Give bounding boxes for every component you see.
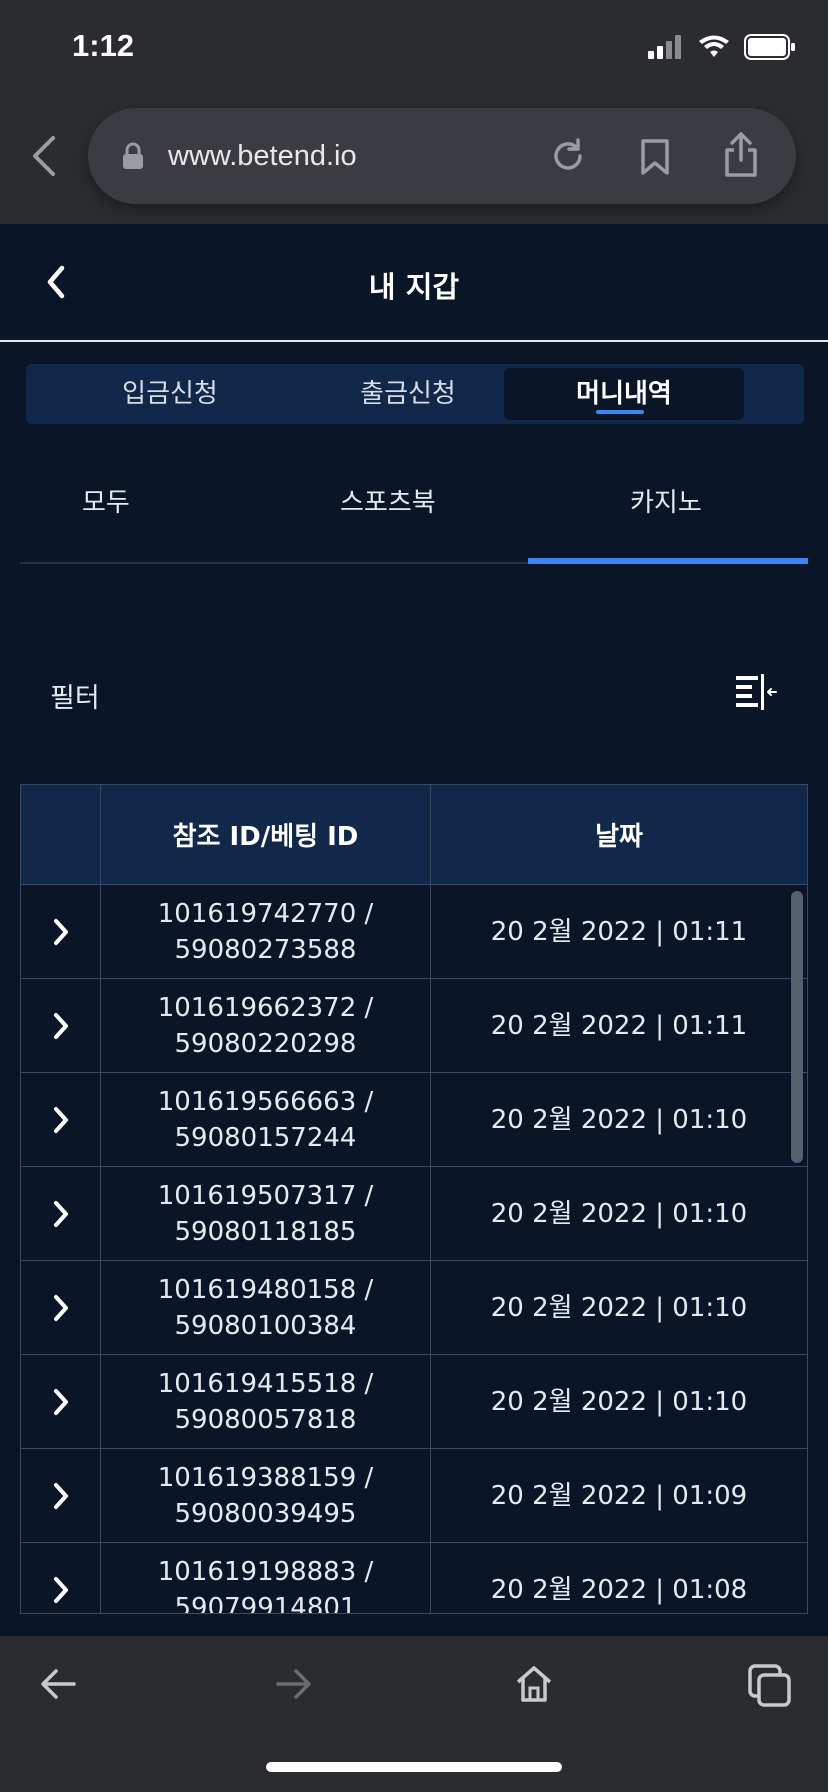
bet-id: 59080220298	[174, 1028, 357, 1059]
table-row[interactable]: 101619662372 / 59080220298 20 2월 2022 | 01…	[21, 979, 807, 1073]
ref-bet-id-cell: 101619566663 / 59080157244	[101, 1073, 431, 1166]
browser-bar: www.betend.io	[0, 100, 828, 224]
home-icon[interactable]	[514, 1664, 554, 1704]
date-cell: 20 2월 2022 | 01:08	[490, 1574, 748, 1605]
bet-id: 59080100384	[174, 1310, 357, 1341]
nav-forward-icon[interactable]	[274, 1664, 314, 1704]
reload-icon[interactable]	[550, 138, 586, 174]
share-icon[interactable]	[724, 132, 758, 178]
table-row[interactable]: 101619566663 / 59080157244 20 2월 2022 | 01…	[21, 1073, 807, 1167]
ref-bet-id-cell: 101619415518 / 59080057818	[101, 1355, 431, 1448]
table-scrollbar[interactable]	[791, 891, 803, 1163]
browser-back-button[interactable]	[24, 128, 64, 184]
date-cell: 20 2월 2022 | 01:11	[490, 916, 748, 947]
ref-id: 101619566663 /	[157, 1086, 374, 1117]
row-expand-button[interactable]	[21, 979, 101, 1072]
url-text: www.betend.io	[168, 140, 357, 172]
ref-bet-id-cell: 101619742770 / 59080273588	[101, 885, 431, 978]
active-subtab-indicator	[528, 558, 808, 564]
chevron-right-icon	[53, 1388, 68, 1415]
status-bar: 1:12	[0, 0, 828, 100]
bet-id: 59080039495	[174, 1498, 357, 1529]
ref-id: 101619507317 /	[157, 1180, 374, 1211]
tab-withdraw-request[interactable]: 출금신청	[288, 368, 528, 420]
chevron-right-icon	[53, 1106, 68, 1133]
date-cell: 20 2월 2022 | 01:10	[490, 1104, 748, 1135]
page-title: 내 지갑	[368, 270, 460, 304]
table-row[interactable]: 101619507317 / 59080118185 20 2월 2022 | 01…	[21, 1167, 807, 1261]
table-row[interactable]: 101619415518 / 59080057818 20 2월 2022 | 01…	[21, 1355, 807, 1449]
status-icons	[648, 34, 796, 60]
subtab-sportsbook[interactable]: 스포츠북	[340, 482, 436, 519]
row-expand-button[interactable]	[21, 885, 101, 978]
bet-id: 59079914801	[174, 1592, 357, 1614]
column-header-expand	[21, 785, 101, 884]
chevron-right-icon	[53, 1294, 68, 1321]
tab-money-history[interactable]: 머니내역	[504, 368, 744, 420]
chevron-left-icon	[33, 136, 55, 176]
cellular-signal-icon	[648, 35, 681, 59]
category-subtabs: 모두 스포츠북 카지노	[20, 440, 808, 564]
date-cell: 20 2월 2022 | 01:10	[490, 1386, 748, 1417]
status-time: 1:12	[72, 28, 135, 63]
ref-bet-id-cell: 101619507317 / 59080118185	[101, 1167, 431, 1260]
table-row[interactable]: 101619742770 / 59080273588 20 2월 2022 | 01…	[21, 885, 807, 979]
tab-deposit-request[interactable]: 입금신청	[50, 368, 290, 420]
date-cell: 20 2월 2022 | 01:10	[490, 1292, 748, 1323]
bet-id: 59080273588	[174, 934, 357, 965]
chevron-right-icon	[53, 1200, 68, 1227]
ref-bet-id-cell: 101619480158 / 59080100384	[101, 1261, 431, 1354]
filter-collapse-icon[interactable]	[734, 672, 778, 712]
chevron-right-icon	[53, 1012, 68, 1039]
date-cell: 20 2월 2022 | 01:11	[490, 1010, 748, 1041]
bet-id: 59080118185	[174, 1216, 357, 1247]
row-expand-button[interactable]	[21, 1073, 101, 1166]
wifi-icon	[699, 35, 729, 57]
ref-id: 101619198883 /	[157, 1556, 374, 1587]
row-expand-button[interactable]	[21, 1167, 101, 1260]
table-header: 참조 ID/베팅 ID 날짜	[21, 785, 807, 885]
wallet-segment-tabs: 입금신청 출금신청 머니내역	[26, 364, 804, 424]
ref-id: 101619415518 /	[157, 1368, 374, 1399]
ref-bet-id-cell: 101619662372 / 59080220298	[101, 979, 431, 1072]
lock-icon	[123, 142, 143, 169]
column-header-ref-id: 참조 ID/베팅 ID	[101, 785, 431, 884]
row-expand-button[interactable]	[21, 1543, 101, 1613]
table-row[interactable]: 101619198883 / 59079914801 20 2월 2022 | 01…	[21, 1543, 807, 1614]
table-body: 101619742770 / 59080273588 20 2월 2022 | 01…	[21, 885, 807, 1614]
active-tab-indicator	[596, 410, 644, 414]
bet-id: 59080157244	[174, 1122, 357, 1153]
filter-label: 필터	[50, 683, 100, 714]
app-header: 내 지갑	[0, 224, 828, 342]
chevron-right-icon	[53, 1482, 68, 1509]
tab-money-history-label: 머니내역	[576, 379, 672, 409]
table-row[interactable]: 101619480158 / 59080100384 20 2월 2022 | 01…	[21, 1261, 807, 1355]
nav-back-icon[interactable]	[38, 1664, 78, 1704]
home-indicator	[266, 1762, 562, 1772]
row-expand-button[interactable]	[21, 1449, 101, 1542]
chevron-right-icon	[53, 918, 68, 945]
tabs-icon[interactable]	[748, 1664, 792, 1708]
row-expand-button[interactable]	[21, 1261, 101, 1354]
column-header-date: 날짜	[595, 822, 643, 852]
ref-id: 101619742770 /	[157, 898, 374, 929]
subtab-casino[interactable]: 카지노	[630, 482, 702, 519]
bookmark-icon[interactable]	[640, 138, 670, 176]
battery-icon	[744, 34, 795, 60]
date-cell: 20 2월 2022 | 01:10	[490, 1198, 748, 1229]
date-cell: 20 2월 2022 | 01:09	[490, 1480, 748, 1511]
history-table: 참조 ID/베팅 ID 날짜 101619742770 / 59080273588…	[20, 784, 808, 1614]
row-expand-button[interactable]	[21, 1355, 101, 1448]
ref-id: 101619388159 /	[157, 1462, 374, 1493]
subtab-all[interactable]: 모두	[82, 482, 130, 519]
ref-id: 101619662372 /	[157, 992, 374, 1023]
ref-bet-id-cell: 101619198883 / 59079914801	[101, 1543, 431, 1614]
ref-bet-id-cell: 101619388159 / 59080039495	[101, 1449, 431, 1542]
table-row[interactable]: 101619388159 / 59080039495 20 2월 2022 | 01…	[21, 1449, 807, 1543]
address-bar[interactable]: www.betend.io	[88, 108, 796, 204]
bet-id: 59080057818	[174, 1404, 357, 1435]
chevron-right-icon	[53, 1576, 68, 1603]
ref-id: 101619480158 /	[157, 1274, 374, 1305]
